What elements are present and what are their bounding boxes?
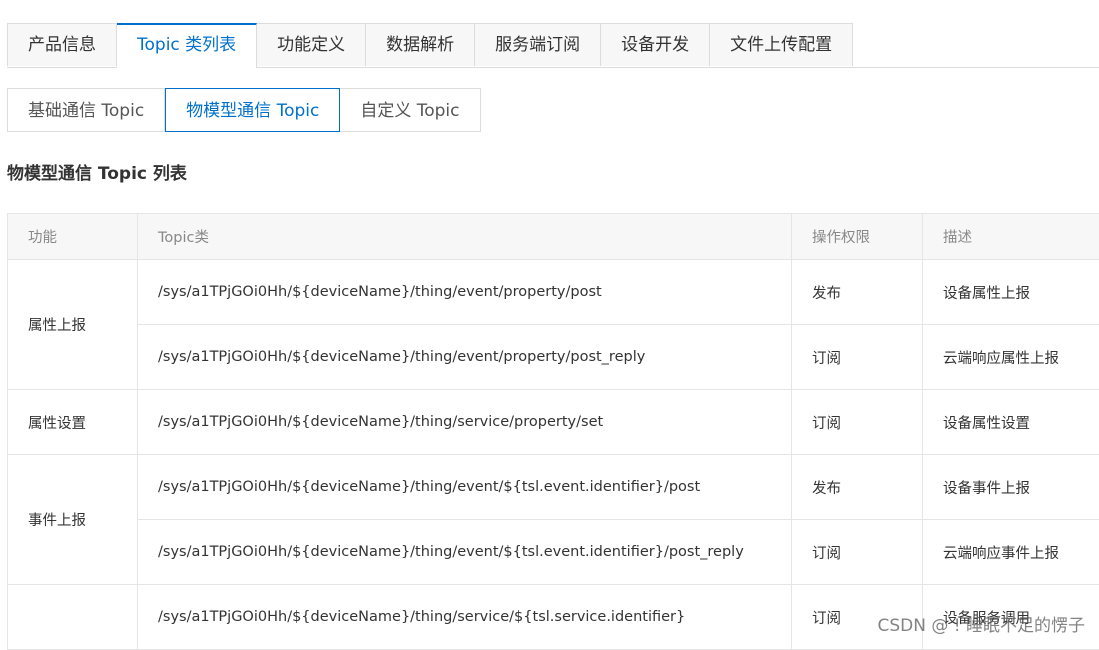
tab-server-subscription[interactable]: 服务端订阅 [475,23,601,66]
description-cell: 云端响应属性上报 [923,325,1099,390]
permission-cell: 订阅 [792,325,923,390]
top-tab-bar: 产品信息 Topic 类列表 功能定义 数据解析 服务端订阅 设备开发 文件上传… [7,23,1099,68]
topic-table: 功能 Topic类 操作权限 描述 属性上报 /sys/a1TPjGOi0Hh/… [7,213,1099,650]
col-header-description: 描述 [923,214,1099,260]
table-row: 属性设置 /sys/a1TPjGOi0Hh/${deviceName}/thin… [8,390,1099,455]
topic-cell: /sys/a1TPjGOi0Hh/${deviceName}/thing/eve… [138,325,792,390]
topic-cell: /sys/a1TPjGOi0Hh/${deviceName}/thing/eve… [138,455,792,520]
description-cell: 设备属性上报 [923,260,1099,325]
col-header-permission: 操作权限 [792,214,923,260]
table-row: /sys/a1TPjGOi0Hh/${deviceName}/thing/eve… [8,520,1099,585]
description-cell: 设备事件上报 [923,455,1099,520]
permission-cell: 订阅 [792,520,923,585]
subtab-basic-topic[interactable]: 基础通信 Topic [7,88,165,132]
tab-topic-list[interactable]: Topic 类列表 [117,23,257,68]
tab-data-parsing[interactable]: 数据解析 [366,23,475,66]
topic-cell: /sys/a1TPjGOi0Hh/${deviceName}/thing/ser… [138,390,792,455]
permission-cell: 发布 [792,455,923,520]
csdn-watermark: CSDN @ ! 睡眠不足的愣子 [878,611,1086,636]
permission-cell: 发布 [792,260,923,325]
table-row: 属性上报 /sys/a1TPjGOi0Hh/${deviceName}/thin… [8,260,1099,325]
table-header-row: 功能 Topic类 操作权限 描述 [8,214,1099,260]
table-row: /sys/a1TPjGOi0Hh/${deviceName}/thing/eve… [8,325,1099,390]
feature-cell: 事件上报 [8,455,138,585]
description-cell: 云端响应事件上报 [923,520,1099,585]
topic-cell: /sys/a1TPjGOi0Hh/${deviceName}/thing/ser… [138,585,792,650]
tab-product-info[interactable]: 产品信息 [7,23,117,66]
section-title: 物模型通信 Topic 列表 [7,160,187,188]
tab-file-upload-config[interactable]: 文件上传配置 [710,23,853,66]
topic-cell: /sys/a1TPjGOi0Hh/${deviceName}/thing/eve… [138,260,792,325]
permission-cell: 订阅 [792,390,923,455]
topic-cell: /sys/a1TPjGOi0Hh/${deviceName}/thing/eve… [138,520,792,585]
feature-cell [8,585,138,650]
tab-device-development[interactable]: 设备开发 [601,23,710,66]
feature-cell: 属性上报 [8,260,138,390]
subtab-thing-model-topic[interactable]: 物模型通信 Topic [165,88,340,132]
tab-feature-definition[interactable]: 功能定义 [257,23,366,66]
subtab-custom-topic[interactable]: 自定义 Topic [340,88,480,132]
table-row: 事件上报 /sys/a1TPjGOi0Hh/${deviceName}/thin… [8,455,1099,520]
feature-cell: 属性设置 [8,390,138,455]
description-cell: 设备属性设置 [923,390,1099,455]
col-header-topic: Topic类 [138,214,792,260]
col-header-feature: 功能 [8,214,138,260]
sub-tab-bar: 基础通信 Topic 物模型通信 Topic 自定义 Topic [7,88,481,132]
